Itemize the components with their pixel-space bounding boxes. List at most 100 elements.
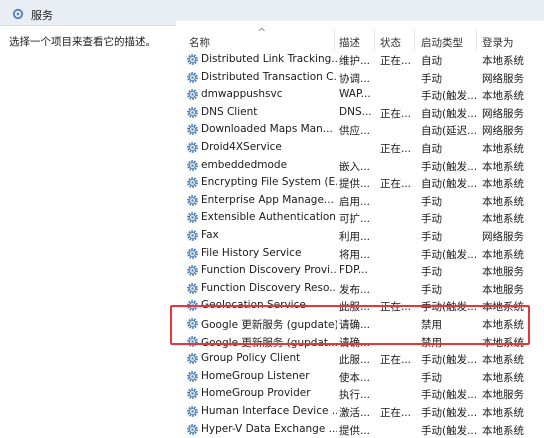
column-header-logon-as[interactable]: 登录为 xyxy=(482,35,514,50)
service-description: 可扩... xyxy=(339,213,371,226)
service-logon-as: 本地系统 xyxy=(482,407,524,419)
service-name: Hyper-V Data Exchange ... xyxy=(201,422,337,435)
service-startup-type: 手动 xyxy=(421,213,442,226)
service-gear-icon xyxy=(187,124,198,136)
service-name: Human Interface Device ... xyxy=(201,405,337,417)
service-gear-icon xyxy=(187,406,198,417)
service-startup-type: 手动(触发... xyxy=(421,407,477,419)
service-description: 启用... xyxy=(339,195,371,208)
service-description: 协调... xyxy=(339,72,371,85)
service-description: 使本... xyxy=(339,371,371,384)
service-name: embeddedmode xyxy=(201,158,288,171)
service-name: Distributed Link Tracking... xyxy=(201,53,337,65)
table-row[interactable]: Enterprise App Manage... 启用... 手动 本地系统 xyxy=(176,192,544,210)
service-logon-as: 本地系统 xyxy=(482,178,524,191)
service-name: dmwappushsvc xyxy=(201,88,283,101)
description-prompt: 选择一个项目来查看它的描述。 xyxy=(9,36,156,48)
table-row[interactable]: Distributed Link Tracking... 维护... 正在... 自动… xyxy=(176,51,544,69)
column-divider[interactable] xyxy=(334,29,335,51)
table-row[interactable]: Droid4XService 正在... 自动 本地系统 xyxy=(176,139,544,157)
table-row[interactable]: Human Interface Device ... 激活... 正在... 手动(触… xyxy=(176,403,544,421)
service-gear-icon xyxy=(187,106,198,118)
service-name: Droid4XService xyxy=(201,141,282,153)
column-header-startup-type[interactable]: 启动类型 xyxy=(421,35,463,50)
column-header-name[interactable]: 名称 xyxy=(189,35,210,50)
service-startup-type: 手动 xyxy=(421,371,442,384)
service-gear-icon xyxy=(187,282,198,294)
service-startup-type: 手动 xyxy=(421,231,442,243)
service-startup-type: 手动(触发... xyxy=(421,424,477,437)
column-header-description[interactable]: 描述 xyxy=(339,35,360,50)
service-startup-type: 手动 xyxy=(421,195,442,208)
service-name: HomeGroup Listener xyxy=(201,369,310,382)
service-name: DNS Client xyxy=(201,105,258,118)
service-startup-type: 手动(触发... xyxy=(421,160,477,173)
service-name: Extensible Authentication... xyxy=(201,211,337,224)
table-row[interactable]: embeddedmode 嵌入... 手动(触发... 本地系统 xyxy=(176,157,544,175)
service-status: 正在... xyxy=(380,178,410,191)
service-startup-type: 自动 xyxy=(421,55,442,67)
service-description: WAP... xyxy=(339,88,371,101)
service-startup-type: 自动(延迟... xyxy=(421,125,477,138)
service-gear-icon xyxy=(187,194,198,206)
table-row[interactable]: Fax 利用... 手动 网络服务 xyxy=(176,227,544,245)
table-row[interactable]: Function Discovery Reso... 发布... 手动 本地服务 xyxy=(176,280,544,298)
service-name: Downloaded Maps Man... xyxy=(201,123,333,136)
service-description: FDP... xyxy=(339,264,368,277)
table-row[interactable]: File History Service 将用... 手动(触发... 本地系统 xyxy=(176,245,544,263)
service-name: Fax xyxy=(201,229,219,241)
service-logon-as: 本地系统 xyxy=(482,248,524,261)
table-row[interactable]: dmwappushsvc WAP... 手动(触发... 本地系统 xyxy=(176,86,544,104)
table-row[interactable]: Hyper-V Data Exchange ... 提供... 手动(触发... 本地… xyxy=(176,421,544,438)
services-list[interactable]: ^ 名称 描述 状态 启动类型 登录为 Distributed Link Tra… xyxy=(176,20,544,437)
service-name: Function Discovery Provi... xyxy=(201,264,337,277)
service-gear-icon xyxy=(187,353,198,365)
service-logon-as: 本地服务 xyxy=(482,389,524,402)
service-startup-type: 手动(触发... xyxy=(421,248,477,261)
service-gear-icon xyxy=(187,142,198,153)
services-gear-icon xyxy=(12,8,24,20)
service-logon-as: 网络服务 xyxy=(482,231,524,243)
service-logon-as: 本地系统 xyxy=(482,90,524,103)
service-status: 正在... xyxy=(380,107,410,120)
table-row[interactable]: Group Policy Client 此服... 正在... 手动(触发... 本地系… xyxy=(176,350,544,368)
service-logon-as: 网络服务 xyxy=(482,125,524,138)
service-logon-as: 网络服务 xyxy=(482,107,524,120)
service-name: Distributed Transaction C... xyxy=(201,70,337,83)
service-description: DNS... xyxy=(339,105,372,118)
service-logon-as: 本地系统 xyxy=(482,354,524,367)
table-row[interactable]: Extensible Authentication... 可扩... 手动 本地系统 xyxy=(176,209,544,227)
table-row[interactable]: Distributed Transaction C... 协调... 手动 网络服务 xyxy=(176,69,544,87)
table-row[interactable]: Downloaded Maps Man... 供应... 自动(延迟... 网络服务 xyxy=(176,121,544,139)
column-divider[interactable] xyxy=(476,29,477,51)
service-description: 提供... xyxy=(339,178,371,191)
service-status: 正在... xyxy=(380,407,410,419)
service-gear-icon xyxy=(187,265,198,277)
column-header-status[interactable]: 状态 xyxy=(380,35,401,50)
sort-ascending-icon: ^ xyxy=(257,26,267,39)
table-row[interactable]: DNS Client DNS... 正在... 自动(触发... 网络服务 xyxy=(176,104,544,122)
window-title: 服务 xyxy=(31,9,53,22)
service-startup-type: 手动 xyxy=(421,72,442,85)
service-description: 发布... xyxy=(339,283,371,296)
service-startup-type: 自动(触发... xyxy=(421,178,477,191)
service-description: 此服... xyxy=(339,354,371,367)
service-description: 执行... xyxy=(339,389,371,402)
service-name: File History Service xyxy=(201,246,302,259)
service-name: Enterprise App Manage... xyxy=(201,193,334,206)
service-name: HomeGroup Provider xyxy=(201,387,311,400)
service-logon-as: 本地系统 xyxy=(482,371,524,384)
column-divider[interactable] xyxy=(374,29,375,51)
service-description: 激活... xyxy=(339,407,371,419)
service-logon-as: 本地系统 xyxy=(482,55,524,67)
service-startup-type: 手动 xyxy=(421,266,442,279)
table-row[interactable]: HomeGroup Provider 执行... 手动(触发... 本地服务 xyxy=(176,385,544,403)
table-row[interactable]: HomeGroup Listener 使本... 手动 本地系统 xyxy=(176,368,544,386)
service-logon-as: 本地系统 xyxy=(482,424,524,437)
service-logon-as: 本地系统 xyxy=(482,195,524,208)
service-gear-icon xyxy=(187,177,198,189)
column-divider[interactable] xyxy=(414,29,415,51)
table-row[interactable]: Function Discovery Provi... FDP... 手动 本地服务 xyxy=(176,262,544,280)
table-row[interactable]: Encrypting File System (E... 提供... 正在... 自动… xyxy=(176,174,544,192)
service-gear-icon xyxy=(187,71,198,83)
